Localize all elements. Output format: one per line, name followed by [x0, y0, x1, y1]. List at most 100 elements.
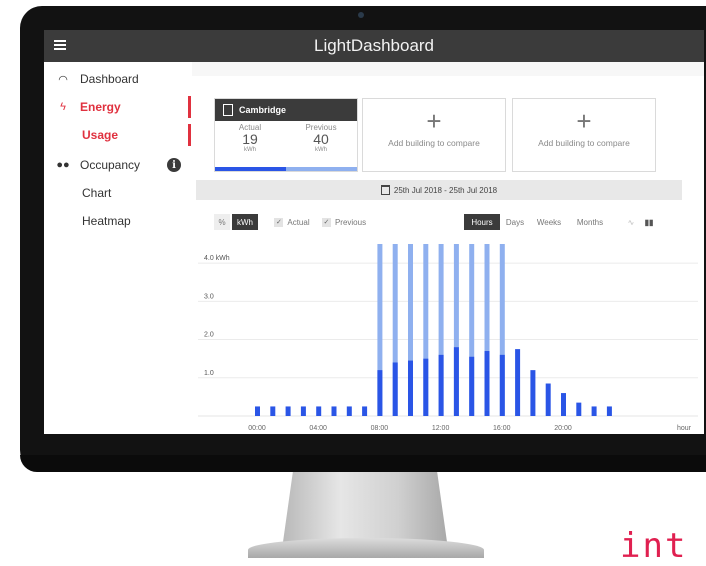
- bar-actual: [270, 406, 276, 416]
- plus-icon: +: [426, 106, 442, 136]
- months-tab[interactable]: Months: [570, 214, 610, 230]
- bar-actual: [606, 406, 612, 416]
- x-tick-label: 04:00: [309, 425, 327, 432]
- y-tick-label: 2.0: [204, 332, 214, 339]
- bar-actual: [377, 370, 383, 416]
- sidebar-item-label: Heatmap: [82, 214, 131, 228]
- previous-value: 40: [313, 131, 329, 147]
- checkmark-icon: ✓: [274, 217, 284, 227]
- sidebar-item-label: Occupancy: [80, 158, 141, 172]
- add-building-label: Add building to compare: [538, 138, 630, 148]
- webcam-icon: [358, 12, 364, 18]
- date-range-picker[interactable]: 25th Jul 2018 - 25th Jul 2018: [196, 180, 682, 200]
- bar-actual: [469, 356, 475, 416]
- sidebar-item-energy[interactable]: ϟ Energy: [44, 96, 192, 118]
- monitor-stand: [283, 472, 447, 542]
- app-screen: LightDashboard ◠ Dashboard ϟ Energy Usag…: [44, 30, 704, 434]
- bar-actual: [484, 351, 490, 416]
- bar-actual: [255, 406, 260, 416]
- sidebar-item-usage[interactable]: Usage: [44, 124, 192, 146]
- previous-metric: Previous 40 kWh: [286, 123, 356, 153]
- building-icon: [223, 104, 233, 116]
- bar-actual: [545, 383, 551, 416]
- actual-checkbox[interactable]: ✓ Actual: [270, 214, 314, 230]
- actual-metric: Actual 19 kWh: [215, 123, 285, 153]
- date-range-text: 25th Jul 2018 - 25th Jul 2018: [393, 185, 498, 195]
- building-card-primary[interactable]: Cambridge Actual 19 kWh Previous 40 kWh: [214, 98, 358, 172]
- x-tick-label: 08:00: [371, 425, 389, 432]
- app-header: LightDashboard: [44, 30, 704, 62]
- bar-actual: [331, 406, 337, 416]
- sidebar-item-label: Chart: [82, 186, 112, 200]
- previous-checkbox[interactable]: ✓ Previous: [318, 214, 370, 230]
- sidebar-item-heatmap[interactable]: Heatmap: [44, 210, 192, 232]
- bar-actual: [499, 354, 505, 416]
- x-tick-label: 20:00: [554, 425, 572, 432]
- bar-actual: [530, 370, 536, 416]
- sidebar-item-chart[interactable]: Chart: [44, 182, 192, 204]
- brand-logo-fragment: int: [620, 526, 688, 566]
- y-tick-label: 4.0 kWh: [204, 255, 230, 262]
- bar-actual: [438, 354, 444, 416]
- usage-bar-chart: 4.0 kWh 3.0 2.0 1.0 00:00 04:00 08:00 12:00 16:0…: [198, 244, 698, 432]
- monitor-stand-base: [248, 538, 484, 558]
- active-indicator: [188, 96, 191, 118]
- calendar-icon: [380, 185, 390, 195]
- y-tick-label: 1.0: [204, 370, 214, 377]
- checkmark-icon: ✓: [321, 217, 331, 227]
- previous-checkbox-label: Previous: [334, 217, 367, 227]
- x-tick-label: 16:00: [493, 425, 511, 432]
- days-tab[interactable]: Days: [503, 214, 527, 230]
- bar-actual: [285, 406, 291, 416]
- bar-actual: [453, 347, 459, 416]
- info-icon[interactable]: i: [167, 158, 181, 172]
- bar-actual: [576, 402, 582, 416]
- sidebar-item-label: Usage: [82, 128, 119, 142]
- bar-actual: [423, 358, 429, 416]
- previous-unit: kWh: [315, 147, 327, 153]
- bar-actual: [362, 406, 368, 416]
- add-building-card[interactable]: + Add building to compare: [512, 98, 656, 172]
- bar-actual: [300, 406, 306, 416]
- bar-actual: [591, 406, 597, 416]
- sidebar-item-label: Dashboard: [80, 72, 139, 86]
- actual-unit: kWh: [244, 147, 256, 153]
- x-tick-label: 12:00: [432, 425, 450, 432]
- y-tick-label: 3.0: [204, 293, 214, 300]
- bar-actual: [408, 360, 413, 416]
- sidebar-item-dashboard[interactable]: ◠ Dashboard: [44, 68, 192, 90]
- speedometer-icon: ◠: [58, 73, 68, 86]
- active-indicator: [188, 124, 191, 146]
- building-card-header: Cambridge: [215, 99, 357, 121]
- lightning-icon: ϟ: [60, 101, 66, 113]
- add-building-label: Add building to compare: [388, 138, 480, 148]
- bar-actual: [392, 362, 398, 416]
- plus-icon: +: [576, 106, 592, 136]
- bar-actual: [515, 349, 521, 416]
- people-icon: ●●: [56, 159, 70, 171]
- add-building-card[interactable]: + Add building to compare: [362, 98, 506, 172]
- chart-grid: [198, 262, 698, 417]
- previous-color-bar: [286, 167, 357, 171]
- monitor-chin: [20, 455, 706, 472]
- main-content: Cambridge Actual 19 kWh Previous 40 kWh …: [192, 62, 704, 434]
- bar-actual: [561, 393, 566, 416]
- actual-checkbox-label: Actual: [287, 217, 310, 227]
- actual-value: 19: [242, 131, 258, 147]
- kwh-toggle[interactable]: kWh: [232, 214, 258, 230]
- x-tick-label: 00:00: [248, 425, 266, 432]
- line-chart-icon[interactable]: ∿: [624, 214, 638, 230]
- bar-chart-icon[interactable]: ▮▮: [642, 214, 656, 230]
- percent-toggle[interactable]: %: [214, 214, 230, 230]
- x-axis-label: hour: [677, 425, 692, 432]
- hours-tab[interactable]: Hours: [464, 214, 500, 230]
- bar-actual: [346, 406, 352, 416]
- app-title: LightDashboard: [313, 36, 435, 55]
- bar-actual: [316, 406, 322, 416]
- weeks-tab[interactable]: Weeks: [532, 214, 566, 230]
- usage-panel: Cambridge Actual 19 kWh Previous 40 kWh …: [192, 76, 704, 434]
- chart-labels: 4.0 kWh 3.0 2.0 1.0 00:00 04:00 08:00 12:00 16:0…: [204, 255, 692, 432]
- actual-color-bar: [215, 167, 286, 171]
- chart-bars: [255, 244, 612, 416]
- building-name: Cambridge: [239, 105, 287, 115]
